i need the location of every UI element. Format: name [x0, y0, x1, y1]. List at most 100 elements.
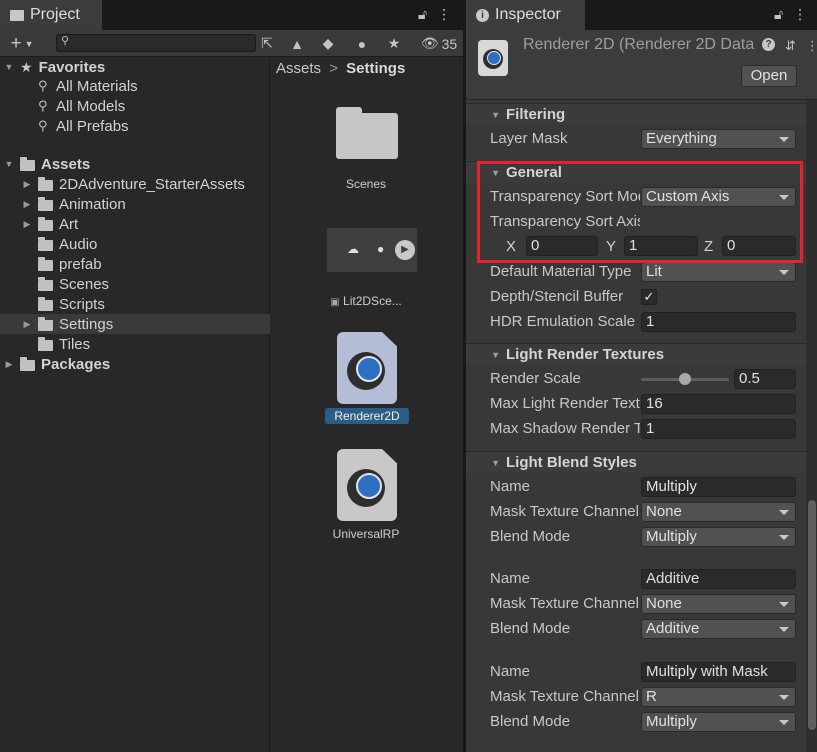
- depth-stencil-checkbox[interactable]: ✓: [641, 289, 657, 305]
- expand-arrow-icon[interactable]: ▼: [4, 62, 14, 72]
- project-toolbar: + ▼ ⚲ ⇱ ▲ ◆ ● ★ 👁︎ 35: [0, 30, 463, 57]
- tree-favorite-item[interactable]: ⚲ All Materials: [0, 76, 270, 96]
- tree-folder[interactable]: Scripts: [0, 294, 270, 314]
- folder-icon: [10, 9, 24, 21]
- collapse-arrow-icon[interactable]: ▼: [466, 458, 506, 468]
- renderer-asset-icon[interactable]: [337, 332, 397, 404]
- kebab-menu-icon[interactable]: ⋮: [437, 6, 451, 23]
- tab-project[interactable]: Project: [0, 0, 102, 30]
- render-scale-slider[interactable]: [641, 373, 729, 385]
- axis-z-field[interactable]: 0: [722, 236, 796, 256]
- asset-label[interactable]: Scenes: [306, 177, 426, 191]
- tree-favorites[interactable]: ▼ ★ Favorites: [0, 57, 270, 77]
- tree-folder[interactable]: Tiles: [0, 334, 270, 354]
- max-shadow-field[interactable]: 1: [641, 419, 796, 439]
- asset-label-selected[interactable]: Renderer2D: [325, 408, 409, 424]
- section-light-render-textures[interactable]: ▼ Light Render Textures: [466, 343, 806, 365]
- expand-arrow-icon[interactable]: ▼: [4, 159, 14, 169]
- play-icon[interactable]: ▶: [395, 240, 415, 260]
- open-button[interactable]: Open: [741, 65, 797, 87]
- section-title: General: [506, 164, 562, 181]
- tree-folder[interactable]: ▶ Animation: [0, 194, 270, 214]
- sort-mode-dropdown[interactable]: Custom Axis: [641, 187, 796, 207]
- tree-folder-selected[interactable]: ▶ Settings: [0, 314, 270, 334]
- blend-name-field[interactable]: Multiply with Mask: [641, 662, 796, 682]
- blend-mode-dropdown[interactable]: Multiply: [641, 527, 796, 547]
- filter-by-label-button[interactable]: ◆: [318, 33, 338, 54]
- folder-icon: [38, 296, 53, 311]
- project-panel: Project 🔓︎ ⋮ + ▼ ⚲ ⇱ ▲ ◆ ● ★ 👁︎ 35 ▼ ★ Fa…: [0, 0, 463, 752]
- scrollbar-thumb[interactable]: [808, 500, 816, 730]
- pipeline-asset-icon[interactable]: [337, 449, 397, 521]
- bulb-icon: ●: [377, 242, 385, 256]
- expand-arrow-icon[interactable]: ▶: [22, 179, 32, 190]
- kebab-menu-icon[interactable]: ⋮: [806, 38, 817, 54]
- lock-icon[interactable]: 🔓︎: [418, 6, 427, 23]
- tree-assets[interactable]: ▼ Assets: [0, 154, 270, 174]
- search-scope-button[interactable]: ⇱: [258, 33, 276, 54]
- project-tree: ▼ ★ Favorites ⚲ All Materials ⚲ All Mode…: [0, 57, 270, 752]
- layer-mask-dropdown[interactable]: Everything: [641, 129, 796, 149]
- tab-inspector[interactable]: i Inspector: [466, 0, 585, 30]
- inspector-scrollbar[interactable]: [806, 100, 817, 752]
- asset-label[interactable]: ▣ Lit2DSce...: [306, 294, 426, 308]
- section-general[interactable]: ▼ General: [466, 161, 806, 183]
- breadcrumb-current[interactable]: Settings: [346, 60, 405, 77]
- blend-mode-dropdown[interactable]: Additive: [641, 619, 796, 639]
- filter-by-status-button[interactable]: ●: [352, 33, 372, 54]
- axis-x-field[interactable]: 0: [526, 236, 598, 256]
- collapse-arrow-icon[interactable]: ▼: [466, 350, 506, 360]
- mask-channel-dropdown[interactable]: None: [641, 594, 796, 614]
- folder-icon: [38, 216, 53, 231]
- header-icons: ? ⇵ ⋮: [762, 38, 817, 54]
- asset-grid: Assets > Settings Scenes ☁ ● ▶ ▣ Lit2DSc…: [271, 57, 463, 752]
- hdr-scale-field[interactable]: 1: [641, 312, 796, 332]
- section-light-blend-styles[interactable]: ▼ Light Blend Styles: [466, 451, 806, 473]
- render-scale-field[interactable]: 0.5: [734, 369, 796, 389]
- default-material-dropdown[interactable]: Lit: [641, 262, 796, 282]
- favorites-filter-button[interactable]: ★: [384, 33, 404, 54]
- tree-folder[interactable]: Audio: [0, 234, 270, 254]
- favorite-label: All Prefabs: [56, 117, 129, 135]
- folder-asset-icon[interactable]: [336, 107, 398, 159]
- section-filtering[interactable]: ▼ Filtering: [466, 103, 806, 125]
- kebab-menu-icon[interactable]: ⋮: [793, 6, 807, 23]
- search-input[interactable]: ⚲: [56, 34, 256, 52]
- expand-arrow-icon[interactable]: ▶: [4, 359, 14, 370]
- tree-folder[interactable]: ▶ Art: [0, 214, 270, 234]
- expand-arrow-icon[interactable]: ▶: [22, 199, 32, 210]
- hidden-packages-toggle[interactable]: 👁︎ 35: [418, 33, 460, 54]
- folder-icon: [38, 256, 53, 271]
- tree-favorite-item[interactable]: ⚲ All Prefabs: [0, 116, 270, 136]
- mask-channel-dropdown[interactable]: R: [641, 687, 796, 707]
- tree-favorite-item[interactable]: ⚲ All Models: [0, 96, 270, 116]
- preset-icon[interactable]: ⇵: [785, 38, 796, 54]
- section-title: Light Blend Styles: [506, 454, 637, 471]
- folder-icon: [38, 236, 53, 251]
- tree-folder[interactable]: ▶ 2DAdventure_StarterAssets: [0, 174, 270, 194]
- tree-folder[interactable]: prefab: [0, 254, 270, 274]
- tag-icon: ◆: [322, 35, 334, 51]
- expand-arrow-icon[interactable]: ▶: [22, 219, 32, 230]
- tree-packages[interactable]: ▶ Packages: [0, 354, 270, 374]
- collapse-arrow-icon[interactable]: ▼: [466, 168, 506, 178]
- tree-folder[interactable]: Scenes: [0, 274, 270, 294]
- max-light-field[interactable]: 16: [641, 394, 796, 414]
- breadcrumb-root[interactable]: Assets: [276, 60, 321, 77]
- axis-y-field[interactable]: 1: [624, 236, 698, 256]
- mask-channel-dropdown[interactable]: None: [641, 502, 796, 522]
- asset-label[interactable]: UniversalRP: [306, 527, 426, 541]
- expand-arrow-icon[interactable]: ▶: [22, 319, 32, 330]
- help-icon[interactable]: ?: [762, 38, 775, 51]
- scene-thumbnail[interactable]: ☁ ● ▶: [326, 227, 418, 273]
- blend-name-field[interactable]: Additive: [641, 569, 796, 589]
- blend-name-field[interactable]: Multiply: [641, 477, 796, 497]
- default-material-label: Default Material Type: [490, 263, 632, 280]
- folder-label: Tiles: [59, 335, 91, 353]
- collapse-arrow-icon[interactable]: ▼: [466, 110, 506, 120]
- filter-by-type-button[interactable]: ▲: [287, 33, 307, 54]
- create-button[interactable]: + ▼: [5, 33, 39, 54]
- blend-mode-dropdown[interactable]: Multiply: [641, 712, 796, 732]
- lock-icon[interactable]: 🔓︎: [774, 6, 783, 23]
- slider-thumb[interactable]: [679, 373, 691, 385]
